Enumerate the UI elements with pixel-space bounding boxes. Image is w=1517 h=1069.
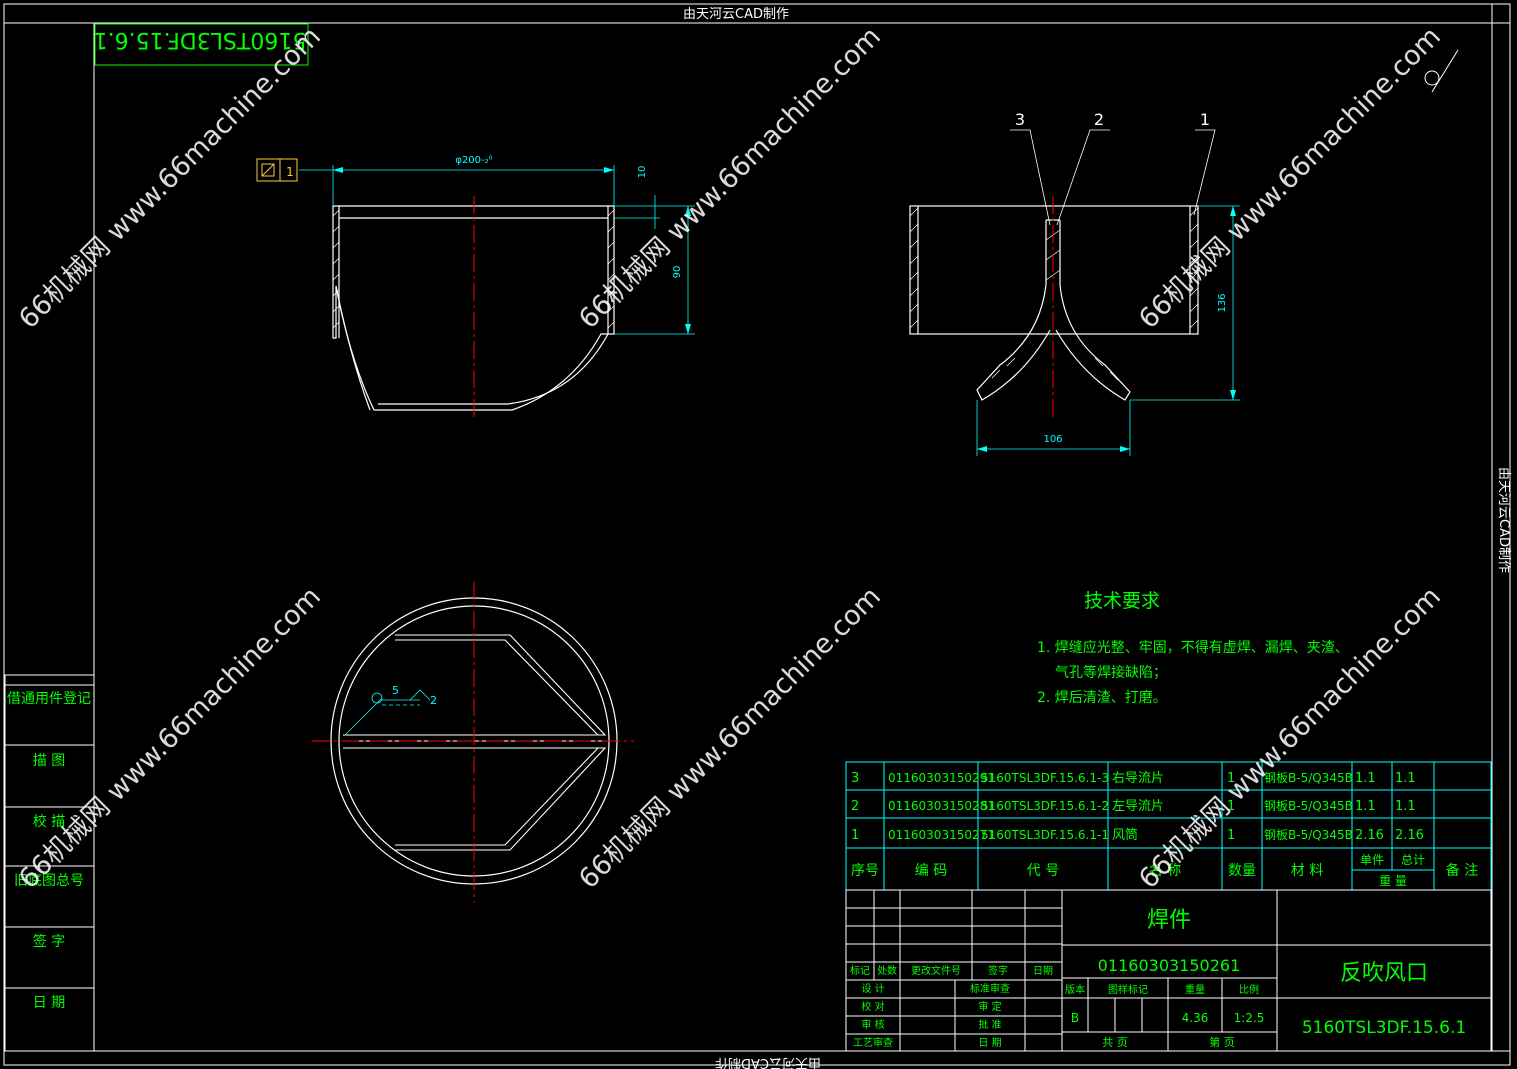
- bom-r2-c1: 01160303150271: [888, 828, 995, 842]
- bom-r1-c1: 01160303150281: [888, 799, 995, 813]
- sign-row-1-a: 校 对: [861, 1000, 884, 1013]
- scale-value: 1:2.5: [1234, 1011, 1265, 1025]
- mid-header-3: 比例: [1239, 983, 1259, 996]
- left-col-label-1: 描 图: [33, 753, 65, 769]
- bom-header-5: 材 料: [1291, 863, 1323, 879]
- bom-r2-c7: 2.16: [1395, 828, 1424, 843]
- side-dim-width: 106: [1043, 434, 1062, 445]
- bom-header-6: 单件: [1360, 853, 1384, 867]
- bom-r2-c5: 钢板B-5/Q345B: [1264, 828, 1353, 842]
- bom-header-7: 总计: [1401, 853, 1425, 867]
- rev-header-0: 标记: [850, 965, 870, 977]
- bom-r2-c4: 1: [1227, 828, 1235, 843]
- sign-row-1-b: 审 定: [978, 1000, 1001, 1013]
- bom-r1-c3: 左导流片: [1112, 799, 1164, 814]
- dim-diameter: φ200-₂⁰: [455, 155, 492, 166]
- dim-height: 90: [672, 266, 683, 279]
- bom-header-2: 代 号: [1027, 863, 1059, 879]
- sign-row-3-a: 工艺审查: [853, 1036, 893, 1049]
- rev-header-1: 处数: [877, 964, 897, 977]
- bom-r1-c6: 1.1: [1355, 799, 1376, 814]
- tech-line-1: 1. 焊缝应光整、牢固，不得有虚焊、漏焊、夹渣、: [1037, 639, 1349, 656]
- bom-header-1: 编 码: [915, 863, 947, 879]
- sign-row-2-a: 审 核: [861, 1018, 884, 1031]
- bom-r0-c0: 3: [851, 771, 859, 786]
- bom-r1-c2: 5160TSL3DF.15.6.1-2: [981, 799, 1109, 813]
- cad-drawing: 由天河云CAD制作 由天河云CAD制作 由天河云CAD制作 5160TSL3DF…: [0, 0, 1517, 1069]
- sign-row-3-b: 日 期: [978, 1037, 1001, 1049]
- bom-header-4: 数量: [1228, 863, 1256, 879]
- bom-header-8: 备 注: [1446, 862, 1478, 879]
- mid-header-2: 重量: [1185, 983, 1205, 996]
- bom-weight-header: 重 量: [1379, 874, 1407, 888]
- weight-value: 4.36: [1182, 1011, 1209, 1025]
- mid-header-0: 版本: [1065, 983, 1085, 996]
- part-code: 01160303150261: [1098, 956, 1241, 975]
- sheet-total: 共 页: [1102, 1036, 1128, 1049]
- bom-r0-c6: 1.1: [1355, 771, 1376, 786]
- datum-label: 1: [286, 165, 294, 179]
- bom-r0-c7: 1.1: [1395, 771, 1416, 786]
- tech-line-2: 气孔等焊接缺陷；: [1055, 664, 1167, 681]
- bom-r2-c6: 2.16: [1355, 828, 1384, 843]
- left-col-label-5: 日 期: [33, 995, 65, 1011]
- sign-row-0-a: 设 计: [861, 982, 884, 995]
- side-dim-height: 136: [1217, 293, 1228, 312]
- version-value: B: [1071, 1011, 1079, 1025]
- bom-r2-c2: 5160TSL3DF.15.6.1-1: [981, 828, 1109, 842]
- type-label: 焊件: [1147, 908, 1191, 933]
- bom-header-0: 序号: [851, 863, 879, 879]
- rev-header-2: 更改文件号: [911, 964, 961, 977]
- bom-r0-c2: 5160TSL3DF.15.6.1-3: [981, 771, 1109, 785]
- bom-r2-c3: 风筒: [1112, 827, 1138, 843]
- bom-r2-c0: 1: [851, 828, 859, 843]
- side-text: 由天河云CAD制作: [1496, 467, 1511, 573]
- rev-header-4: 日期: [1033, 965, 1053, 977]
- bom-r0-c5: 钢板B-5/Q345B: [1264, 771, 1353, 785]
- weld-size: 5: [392, 684, 399, 697]
- sheet-no: 第 页: [1209, 1035, 1235, 1049]
- part-name: 反吹风口: [1340, 961, 1428, 986]
- balloon-3: 3: [1015, 110, 1025, 129]
- bom-r1-c5: 钢板B-5/Q345B: [1264, 799, 1353, 813]
- mirrored-code: 5160TSL3DF.15.6.1: [94, 27, 307, 52]
- balloon-2: 2: [1094, 110, 1104, 129]
- dim-top: 10: [637, 166, 648, 179]
- tech-line-3: 2. 焊后清渣、打磨。: [1037, 689, 1167, 706]
- mid-header-1: 图样标记: [1108, 983, 1148, 996]
- sign-row-0-b: 标准审查: [970, 982, 1010, 995]
- weld-count: 2: [430, 694, 437, 707]
- bom-r1-c0: 2: [851, 799, 859, 814]
- bom-r1-c7: 1.1: [1395, 799, 1416, 814]
- drawing-no: 5160TSL3DF.15.6.1: [1302, 1018, 1466, 1038]
- sign-row-2-b: 批 准: [978, 1018, 1001, 1031]
- balloon-1: 1: [1200, 110, 1210, 129]
- rev-header-3: 签字: [988, 964, 1008, 977]
- bom-r0-c1: 01160303150291: [888, 771, 995, 785]
- header-text: 由天河云CAD制作: [683, 7, 789, 22]
- left-col-label-4: 签 字: [33, 933, 65, 950]
- tech-title: 技术要求: [1084, 590, 1160, 612]
- footer-text: 由天河云CAD制作: [715, 1055, 821, 1069]
- bom-r0-c3: 右导流片: [1112, 771, 1164, 786]
- left-col-label-0: 借通用件登记: [7, 691, 91, 707]
